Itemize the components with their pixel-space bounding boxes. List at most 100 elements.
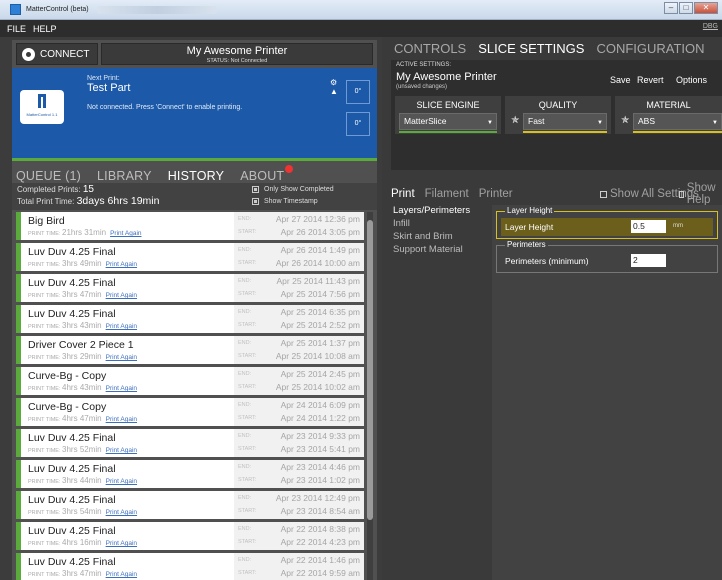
unsaved-changes-label: (unsaved changes)	[396, 84, 448, 90]
tab-slice-settings[interactable]: SLICE SETTINGS	[478, 41, 584, 56]
history-print-time: PRINT TIME: 3hrs 47min Print Again	[28, 290, 138, 299]
start-label: START:	[238, 229, 257, 235]
print-again-link[interactable]: Print Again	[106, 571, 137, 578]
tab-queue[interactable]: QUEUE (1)	[16, 169, 81, 183]
history-timestamps: END: Apr 23 2014 9:33 pm START: Apr 23 2014…	[234, 429, 364, 457]
subtab-print[interactable]: Print	[391, 188, 415, 200]
history-timestamps: END: Apr 25 2014 11:43 pm START: Apr 25 201…	[234, 274, 364, 302]
save-button[interactable]: Save	[610, 75, 631, 85]
connect-button[interactable]: CONNECT	[16, 43, 98, 65]
close-button[interactable]: ✕	[694, 2, 718, 14]
subtab-printer[interactable]: Printer	[479, 188, 513, 200]
print-again-link[interactable]: Print Again	[106, 323, 137, 330]
history-timestamps: END: Apr 26 2014 1:49 pm START: Apr 26 2014…	[234, 243, 364, 271]
start-time: Apr 23 2014 8:54 am	[280, 506, 360, 516]
debug-link[interactable]: DBG	[703, 23, 718, 30]
history-row[interactable]: Luv Duv 4.25 Final PRINT TIME: 4hrs 16min…	[16, 522, 364, 550]
print-again-link[interactable]: Print Again	[106, 478, 137, 485]
quality-select[interactable]: Fast ▼	[523, 113, 607, 130]
next-print-name: Test Part	[87, 82, 131, 94]
history-item-name: Curve-Bg - Copy	[28, 370, 107, 382]
perimeters-input[interactable]: 2	[631, 254, 666, 267]
history-row[interactable]: Luv Duv 4.25 Final PRINT TIME: 3hrs 44min…	[16, 460, 364, 488]
status-stripe	[16, 491, 21, 519]
tab-controls[interactable]: CONTROLS	[394, 41, 466, 56]
settings-detail: Layer Height Layer Height 0.5 mm Perimet…	[492, 205, 722, 580]
material-pin-icon[interactable]: ✯	[621, 115, 629, 126]
history-print-time: PRINT TIME: 21hrs 31min Print Again	[28, 228, 142, 237]
tab-history[interactable]: HISTORY	[168, 169, 225, 183]
status-stripe	[16, 243, 21, 271]
menu-file[interactable]: FILE	[7, 24, 26, 34]
maximize-button[interactable]: □	[679, 2, 693, 14]
history-scrollbar[interactable]	[367, 212, 373, 580]
show-timestamp-checkbox[interactable]: Show Timestamp	[252, 198, 318, 205]
tab-about-label: ABOUT	[240, 169, 285, 183]
status-stripe	[16, 367, 21, 395]
slice-engine-select[interactable]: MatterSlice ▼	[399, 113, 497, 130]
history-row[interactable]: Big Bird PRINT TIME: 21hrs 31min Print Aga…	[16, 212, 364, 240]
history-timestamps: END: Apr 22 2014 1:46 pm START: Apr 22 2014…	[234, 553, 364, 580]
status-stripe	[16, 398, 21, 426]
layer-height-input[interactable]: 0.5	[631, 220, 666, 233]
material-status	[633, 131, 722, 133]
layer-height-group: Layer Height Layer Height 0.5 mm	[496, 206, 718, 239]
history-row[interactable]: Luv Duv 4.25 Final PRINT TIME: 3hrs 43min…	[16, 305, 364, 333]
category-skirt-brim[interactable]: Skirt and Brim	[393, 231, 488, 242]
quality-pin-icon[interactable]: ✯	[511, 115, 519, 126]
history-item-name: Curve-Bg - Copy	[28, 401, 107, 413]
menu-help[interactable]: HELP	[33, 24, 57, 34]
history-row[interactable]: Luv Duv 4.25 Final PRINT TIME: 3hrs 47min…	[16, 274, 364, 302]
tab-library[interactable]: LIBRARY	[97, 169, 152, 183]
print-again-link[interactable]: Print Again	[106, 292, 137, 299]
revert-button[interactable]: Revert	[637, 75, 664, 85]
print-again-link[interactable]: Print Again	[106, 540, 137, 547]
layer-height-label: Layer Height	[505, 222, 554, 232]
history-row[interactable]: Driver Cover 2 Piece 1 PRINT TIME: 3hrs 2…	[16, 336, 364, 364]
right-panel: CONTROLS SLICE SETTINGS CONFIGURATION AC…	[382, 37, 722, 580]
status-stripe	[16, 429, 21, 457]
subtab-filament[interactable]: Filament	[425, 188, 469, 200]
category-infill[interactable]: Infill	[393, 218, 488, 229]
start-label: START:	[238, 508, 257, 514]
tab-configuration[interactable]: CONFIGURATION	[596, 41, 704, 56]
print-again-link[interactable]: Print Again	[106, 354, 137, 361]
settings-sub-tabs: Print Filament Printer Show All Settings…	[391, 182, 722, 206]
category-support-material[interactable]: Support Material	[393, 244, 488, 255]
print-again-link[interactable]: Print Again	[110, 230, 141, 237]
layer-height-row: Layer Height 0.5 mm	[501, 218, 713, 236]
print-again-link[interactable]: Print Again	[106, 416, 137, 423]
print-again-link[interactable]: Print Again	[106, 509, 137, 516]
history-row[interactable]: Luv Duv 4.25 Final PRINT TIME: 3hrs 47min…	[16, 553, 364, 580]
start-time: Apr 22 2014 9:59 am	[280, 568, 360, 578]
print-again-link[interactable]: Print Again	[106, 447, 137, 454]
history-timestamps: END: Apr 25 2014 2:45 pm START: Apr 25 2014…	[234, 367, 364, 395]
scroll-thumb[interactable]	[367, 220, 373, 520]
print-again-link[interactable]: Print Again	[106, 261, 137, 268]
end-time: Apr 25 2014 6:35 pm	[280, 307, 360, 317]
bed-temp[interactable]: 0°	[346, 112, 370, 136]
end-label: END:	[238, 557, 252, 563]
history-row[interactable]: Curve-Bg - Copy PRINT TIME: 4hrs 43min Pri…	[16, 367, 364, 395]
end-time: Apr 26 2014 1:49 pm	[280, 245, 360, 255]
options-button[interactable]: Options	[676, 75, 707, 85]
app-icon	[10, 4, 21, 15]
show-help-checkbox[interactable]: Show Help	[679, 182, 722, 206]
history-row[interactable]: Curve-Bg - Copy PRINT TIME: 4hrs 47min Pri…	[16, 398, 364, 426]
only-show-completed-checkbox[interactable]: Only Show Completed	[252, 186, 334, 193]
history-row[interactable]: Luv Duv 4.25 Final PRINT TIME: 3hrs 54min…	[16, 491, 364, 519]
printer-selector[interactable]: My Awesome Printer STATUS: Not Connected	[101, 43, 373, 65]
history-row[interactable]: Luv Duv 4.25 Final PRINT TIME: 3hrs 52min…	[16, 429, 364, 457]
end-time: Apr 22 2014 8:38 pm	[280, 524, 360, 534]
tab-about[interactable]: ABOUT	[240, 165, 294, 183]
menu-bar: FILE HELP DBG	[0, 20, 722, 37]
start-time: Apr 24 2014 1:22 pm	[280, 413, 360, 423]
history-row[interactable]: Luv Duv 4.25 Final PRINT TIME: 3hrs 49min…	[16, 243, 364, 271]
start-time: Apr 25 2014 10:02 am	[275, 382, 360, 392]
material-select[interactable]: ABS ▼	[633, 113, 722, 130]
category-layers-perimeters[interactable]: Layers/Perimeters	[393, 205, 488, 216]
minimize-button[interactable]: –	[664, 2, 678, 14]
extruder-temp[interactable]: 0°	[346, 80, 370, 104]
end-time: Apr 23 2014 4:46 pm	[280, 462, 360, 472]
print-again-link[interactable]: Print Again	[106, 385, 137, 392]
